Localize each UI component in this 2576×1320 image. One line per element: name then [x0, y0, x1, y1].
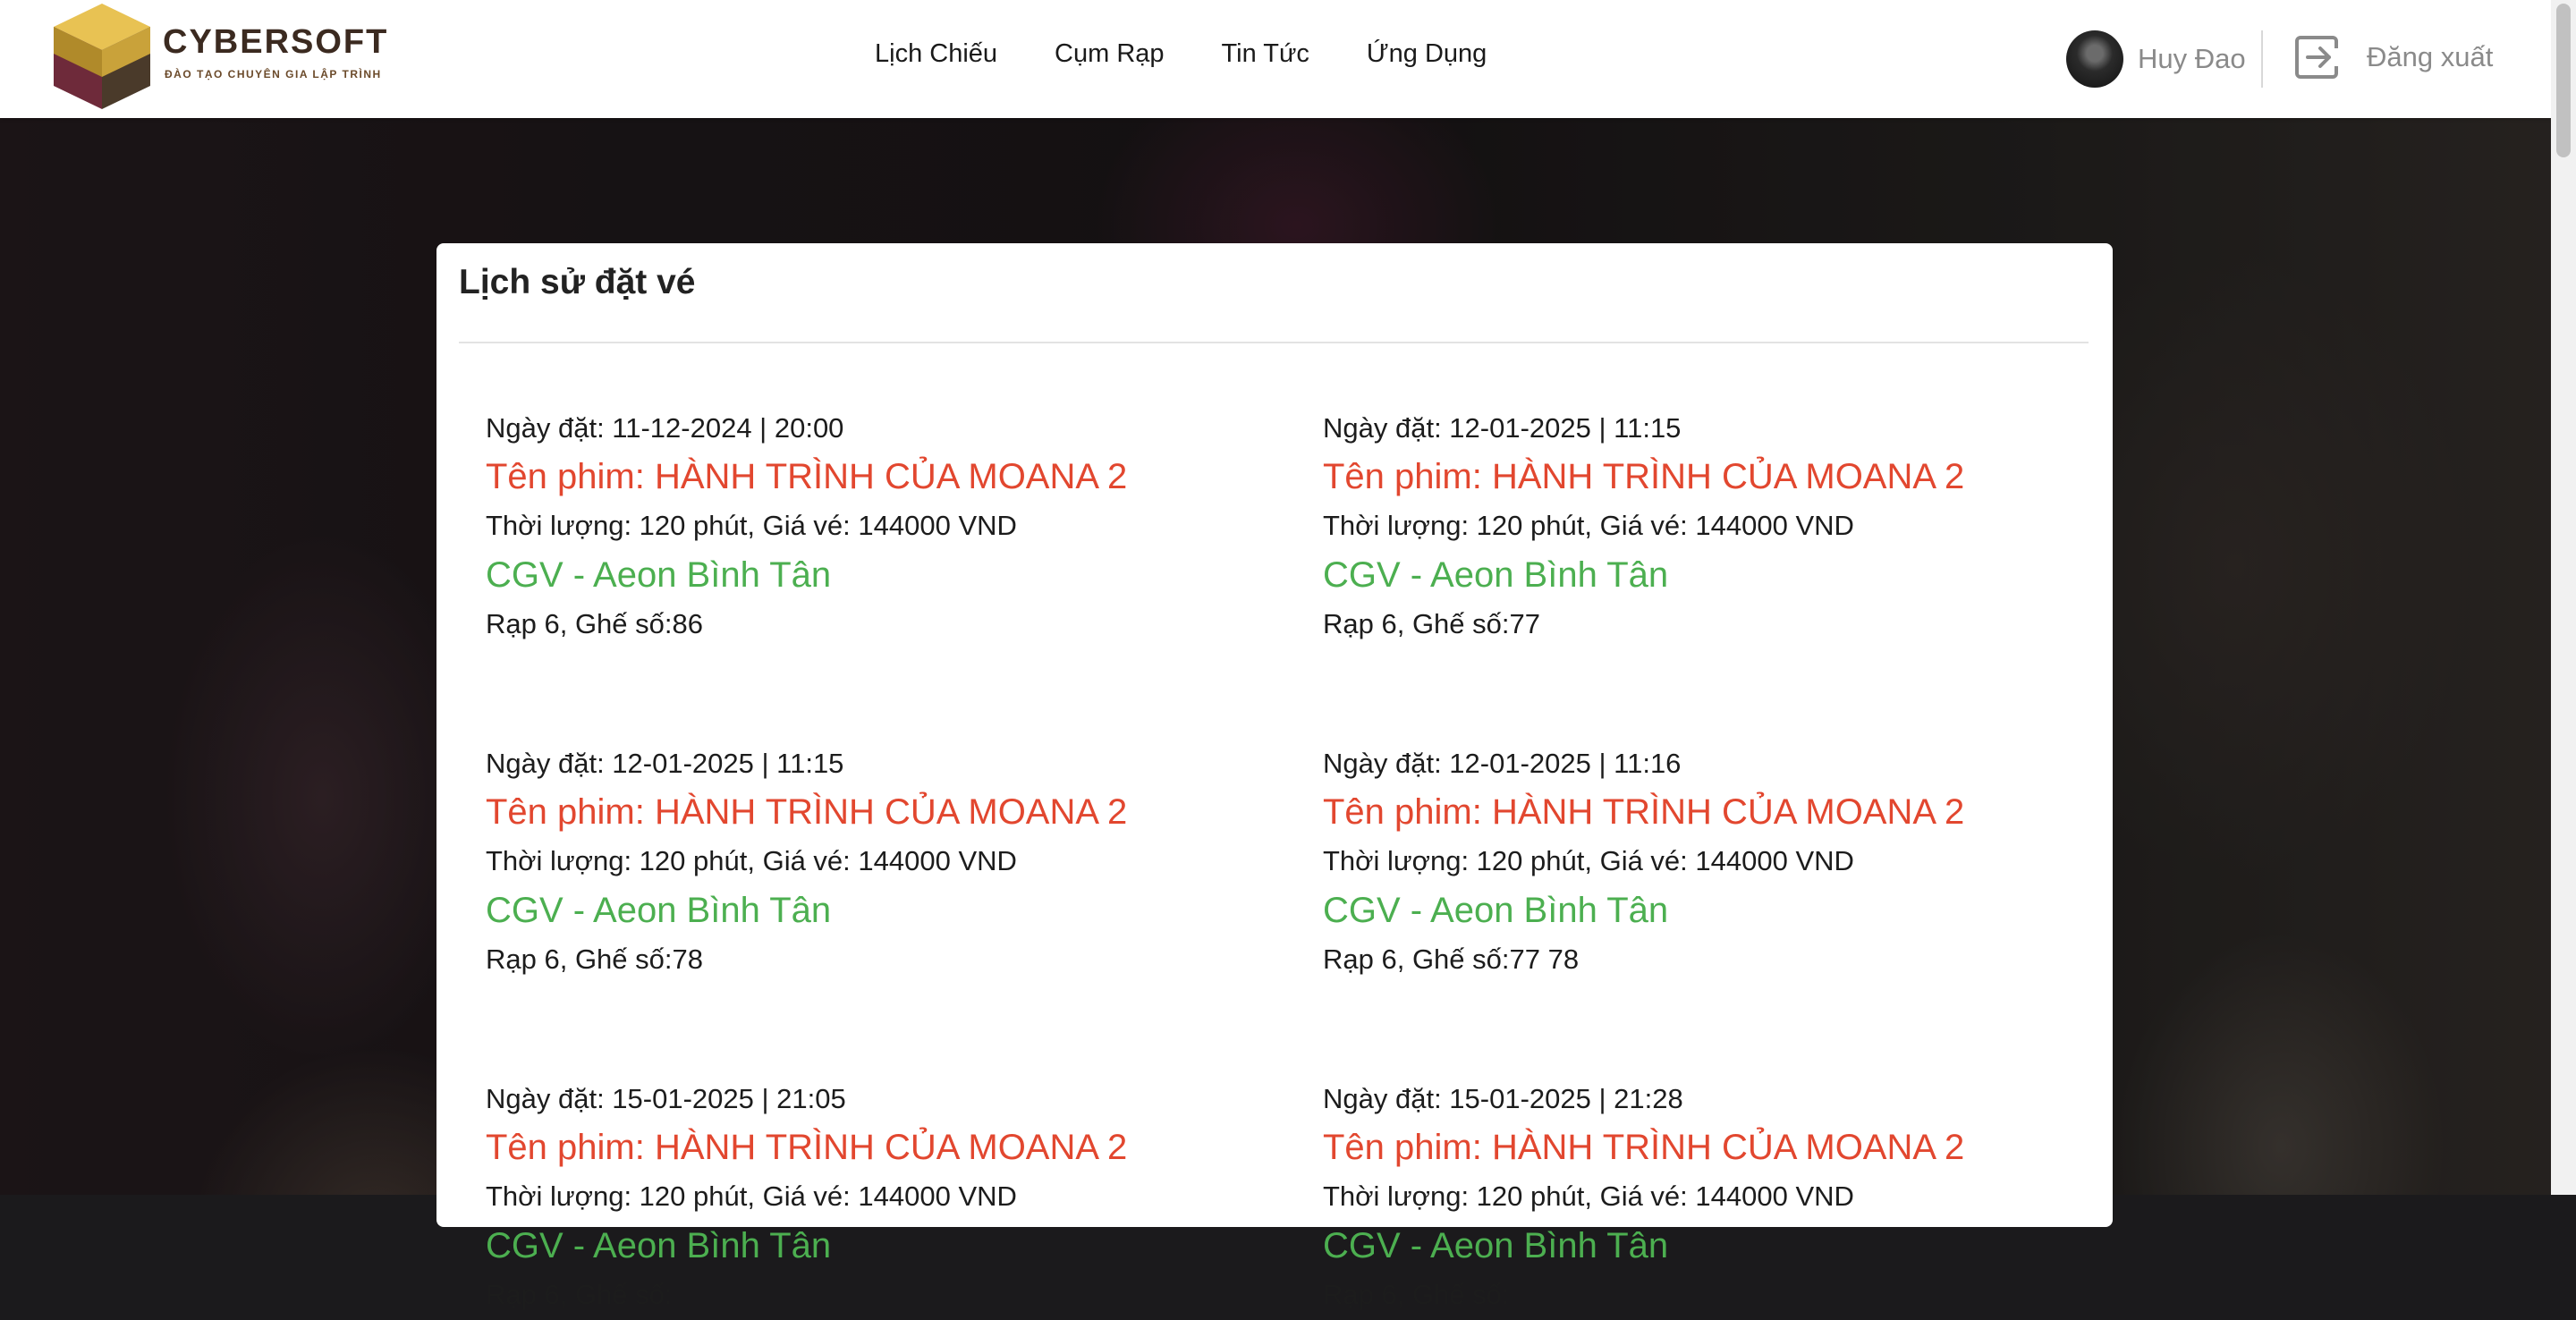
ticket-date: Ngày đặt: 12-01-2025 | 11:16 — [1323, 748, 1682, 779]
nav-ung-dung[interactable]: Ứng Dụng — [1367, 39, 1487, 69]
ticket-seat: Rạp 6, Ghế số:77 78 — [1323, 943, 1580, 975]
ticket-seat: Rạp 6, Ghế số:78 — [486, 943, 703, 975]
ticket-item: Ngày đặt: 15-01-2025 | 21:28 Tên phim: H… — [1323, 1075, 2128, 1320]
ticket-movie: Tên phim: HÀNH TRÌNH CỦA MOANA 2 — [1323, 792, 1965, 832]
ticket-cinema: CGV - Aeon Bình Tân — [486, 555, 832, 595]
ticket-cinema: CGV - Aeon Bình Tân — [486, 1226, 832, 1265]
ticket-cinema: CGV - Aeon Bình Tân — [1323, 1226, 1669, 1265]
cybersoft-logo[interactable]: CYBERSOFT ĐÀO TẠO CHUYÊN GIA LẬP TRÌNH — [47, 0, 422, 111]
nav-tin-tuc[interactable]: Tin Tức — [1222, 39, 1309, 69]
page-scrollbar[interactable] — [2551, 0, 2576, 1195]
ticket-date: Ngày đặt: 15-01-2025 | 21:05 — [486, 1083, 846, 1114]
ticket-date: Ngày đặt: 11-12-2024 | 20:00 — [486, 412, 844, 444]
ticket-movie: Tên phim: HÀNH TRÌNH CỦA MOANA 2 — [486, 457, 1128, 496]
nav-cum-rap[interactable]: Cụm Rạp — [1055, 39, 1165, 69]
ticket-info: Thời lượng: 120 phút, Giá vé: 144000 VND — [486, 1180, 1017, 1212]
ticket-date: Ngày đặt: 15-01-2025 | 21:28 — [1323, 1083, 1683, 1114]
main-nav: Lịch Chiếu Cụm Rạp Tin Tức Ứng Dụng — [875, 39, 1487, 69]
ticket-cinema: CGV - Aeon Bình Tân — [486, 891, 832, 930]
ticket-info: Thời lượng: 120 phút, Giá vé: 144000 VND — [1323, 845, 1854, 876]
logout-button[interactable]: Đăng xuất — [2293, 32, 2493, 82]
ticket-movie: Tên phim: HÀNH TRÌNH CỦA MOANA 2 — [1323, 457, 1965, 496]
ticket-movie: Tên phim: HÀNH TRÌNH CỦA MOANA 2 — [486, 792, 1128, 832]
header-divider — [2261, 30, 2263, 88]
logo-wordmark: CYBERSOFT — [163, 23, 389, 61]
ticket-item: Ngày đặt: 12-01-2025 | 11:15 Tên phim: H… — [486, 740, 1291, 985]
logo-tagline: ĐÀO TẠO CHUYÊN GIA LẬP TRÌNH — [165, 68, 382, 80]
ticket-seat: Rạp 6, Ghế số: — [486, 1279, 673, 1310]
booking-history-card: Lịch sử đặt vé Ngày đặt: 11-12-2024 | 20… — [436, 243, 2113, 1310]
ticket-item: Ngày đặt: 12-01-2025 | 11:16 Tên phim: H… — [1323, 740, 2128, 985]
ticket-item: Ngày đặt: 12-01-2025 | 11:15 Tên phim: H… — [1323, 404, 2128, 649]
ticket-movie: Tên phim: HÀNH TRÌNH CỦA MOANA 2 — [486, 1128, 1128, 1167]
user-profile[interactable]: Huy Đao — [2066, 30, 2246, 88]
cube-logo-icon — [54, 4, 150, 109]
ticket-info: Thời lượng: 120 phút, Giá vé: 144000 VND — [1323, 510, 1854, 541]
ticket-info: Thời lượng: 120 phút, Giá vé: 144000 VND — [486, 845, 1017, 876]
ticket-date: Ngày đặt: 12-01-2025 | 11:15 — [1323, 412, 1682, 444]
ticket-seat: Rạp 6, Ghế số:77 — [1323, 608, 1540, 639]
ticket-cinema: CGV - Aeon Bình Tân — [1323, 555, 1669, 595]
page-title: Lịch sử đặt vé — [459, 263, 696, 301]
ticket-info: Thời lượng: 120 phút, Giá vé: 144000 VND — [486, 510, 1017, 541]
nav-lich-chieu[interactable]: Lịch Chiếu — [875, 39, 997, 69]
user-name[interactable]: Huy Đao — [2138, 43, 2246, 75]
ticket-date: Ngày đặt: 12-01-2025 | 11:15 — [486, 748, 844, 779]
ticket-cinema: CGV - Aeon Bình Tân — [1323, 891, 1669, 930]
scrollbar-thumb[interactable] — [2556, 4, 2571, 157]
ticket-item: Ngày đặt: 11-12-2024 | 20:00 Tên phim: H… — [486, 404, 1291, 649]
site-header: CYBERSOFT ĐÀO TẠO CHUYÊN GIA LẬP TRÌNH L… — [0, 0, 2551, 118]
ticket-movie: Tên phim: HÀNH TRÌNH CỦA MOANA 2 — [1323, 1128, 1965, 1167]
ticket-item: Ngày đặt: 15-01-2025 | 21:05 Tên phim: H… — [486, 1075, 1291, 1320]
ticket-seat: Rạp 6, Ghế số:86 — [486, 608, 703, 639]
ticket-info: Thời lượng: 120 phút, Giá vé: 144000 VND — [1323, 1180, 1854, 1212]
title-divider — [459, 342, 2089, 343]
logout-label[interactable]: Đăng xuất — [2367, 41, 2493, 73]
logout-icon — [2295, 36, 2338, 79]
avatar[interactable] — [2066, 30, 2123, 88]
ticket-seat: Rạp 6, Ghế số: — [1323, 1279, 1510, 1310]
